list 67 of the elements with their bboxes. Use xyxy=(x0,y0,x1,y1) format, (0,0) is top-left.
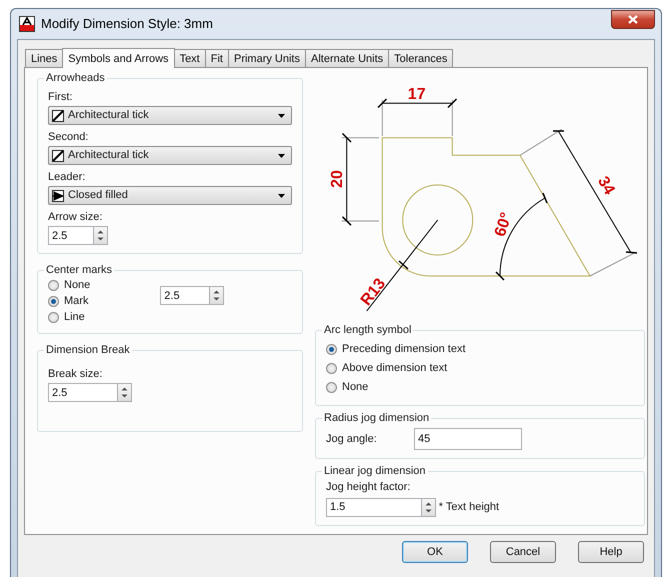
field-label: Jog angle: xyxy=(326,432,378,446)
dimension-label: R13 xyxy=(358,275,390,310)
caret-icon xyxy=(278,114,285,118)
caret-icon xyxy=(278,154,285,158)
radio-button[interactable] xyxy=(48,312,59,322)
dialog-button[interactable]: Cancel xyxy=(490,541,556,563)
field-label: Jog height factor: xyxy=(326,480,412,494)
caret-icon xyxy=(278,194,285,198)
tab[interactable]: Lines xyxy=(25,49,64,67)
tab[interactable]: Alternate Units xyxy=(305,49,390,67)
option-label: Preceding dimension text xyxy=(342,342,466,357)
app-icon xyxy=(19,16,35,32)
spin-button[interactable] xyxy=(210,286,224,305)
number-field[interactable]: 2.5 xyxy=(160,286,210,305)
number-field[interactable]: 45 xyxy=(414,428,522,450)
dropdown[interactable]: Architectural tick xyxy=(48,106,292,125)
spin-arrows-icon xyxy=(121,386,128,399)
radio-button[interactable] xyxy=(326,344,337,355)
close-button[interactable] xyxy=(611,10,655,28)
tab[interactable]: Tolerances xyxy=(388,49,454,67)
dialog-button[interactable]: OK xyxy=(402,541,468,563)
radio-button[interactable] xyxy=(48,280,59,290)
tab[interactable]: Text xyxy=(174,49,206,67)
tick-arrow-icon xyxy=(52,150,64,162)
option-label: Mark xyxy=(64,294,88,309)
option-label: None xyxy=(342,380,368,395)
group-title: Radius jog dimension xyxy=(323,412,430,425)
tab[interactable]: Symbols and Arrows xyxy=(62,48,175,68)
number-field[interactable]: 2.5 xyxy=(48,226,94,245)
option-label: None xyxy=(64,278,90,293)
number-field[interactable]: 1.5 xyxy=(326,498,422,517)
radio-button[interactable] xyxy=(48,296,59,306)
dimension-label: 17 xyxy=(408,86,426,103)
tick-arrow-icon xyxy=(52,110,64,122)
group-title: Dimension Break xyxy=(45,344,131,357)
filled-arrow-icon xyxy=(52,190,64,202)
field-label: Arrow size: xyxy=(48,210,104,224)
spin-arrows-icon xyxy=(425,500,432,514)
group-title: Linear jog dimension xyxy=(323,464,427,478)
field-label: Break size: xyxy=(48,367,104,381)
dialog-button[interactable]: Help xyxy=(578,541,644,563)
spin-button[interactable] xyxy=(94,226,108,245)
close-icon xyxy=(628,14,638,24)
number-field[interactable]: 2.5 xyxy=(48,383,118,402)
option-label: Above dimension text xyxy=(342,361,448,376)
window-title: Modify Dimension Style: 3mm xyxy=(41,15,213,34)
group-title: Arc length symbol xyxy=(323,324,412,337)
tab[interactable]: Primary Units xyxy=(228,49,306,67)
group-title: Arrowheads xyxy=(45,72,106,85)
radio-button[interactable] xyxy=(326,362,337,374)
field-label: * Text height xyxy=(438,500,500,515)
dimension-label: 20 xyxy=(329,170,346,188)
field-label: Second: xyxy=(48,130,90,144)
spin-arrows-icon xyxy=(213,288,220,302)
spin-button[interactable] xyxy=(118,383,132,402)
dropdown[interactable]: Architectural tick xyxy=(48,146,292,165)
dimension-label: 34 xyxy=(594,174,618,198)
spin-button[interactable] xyxy=(422,498,436,517)
radio-button[interactable] xyxy=(326,382,337,393)
group-title: Center marks xyxy=(45,264,114,277)
dimension-label: 60° xyxy=(492,210,516,239)
option-label: Line xyxy=(64,310,85,325)
tab[interactable]: Fit xyxy=(204,49,229,67)
dropdown[interactable]: Closed filled xyxy=(48,186,292,205)
spin-arrows-icon xyxy=(97,228,104,242)
field-label: First: xyxy=(48,90,74,104)
field-label: Leader: xyxy=(48,170,86,184)
